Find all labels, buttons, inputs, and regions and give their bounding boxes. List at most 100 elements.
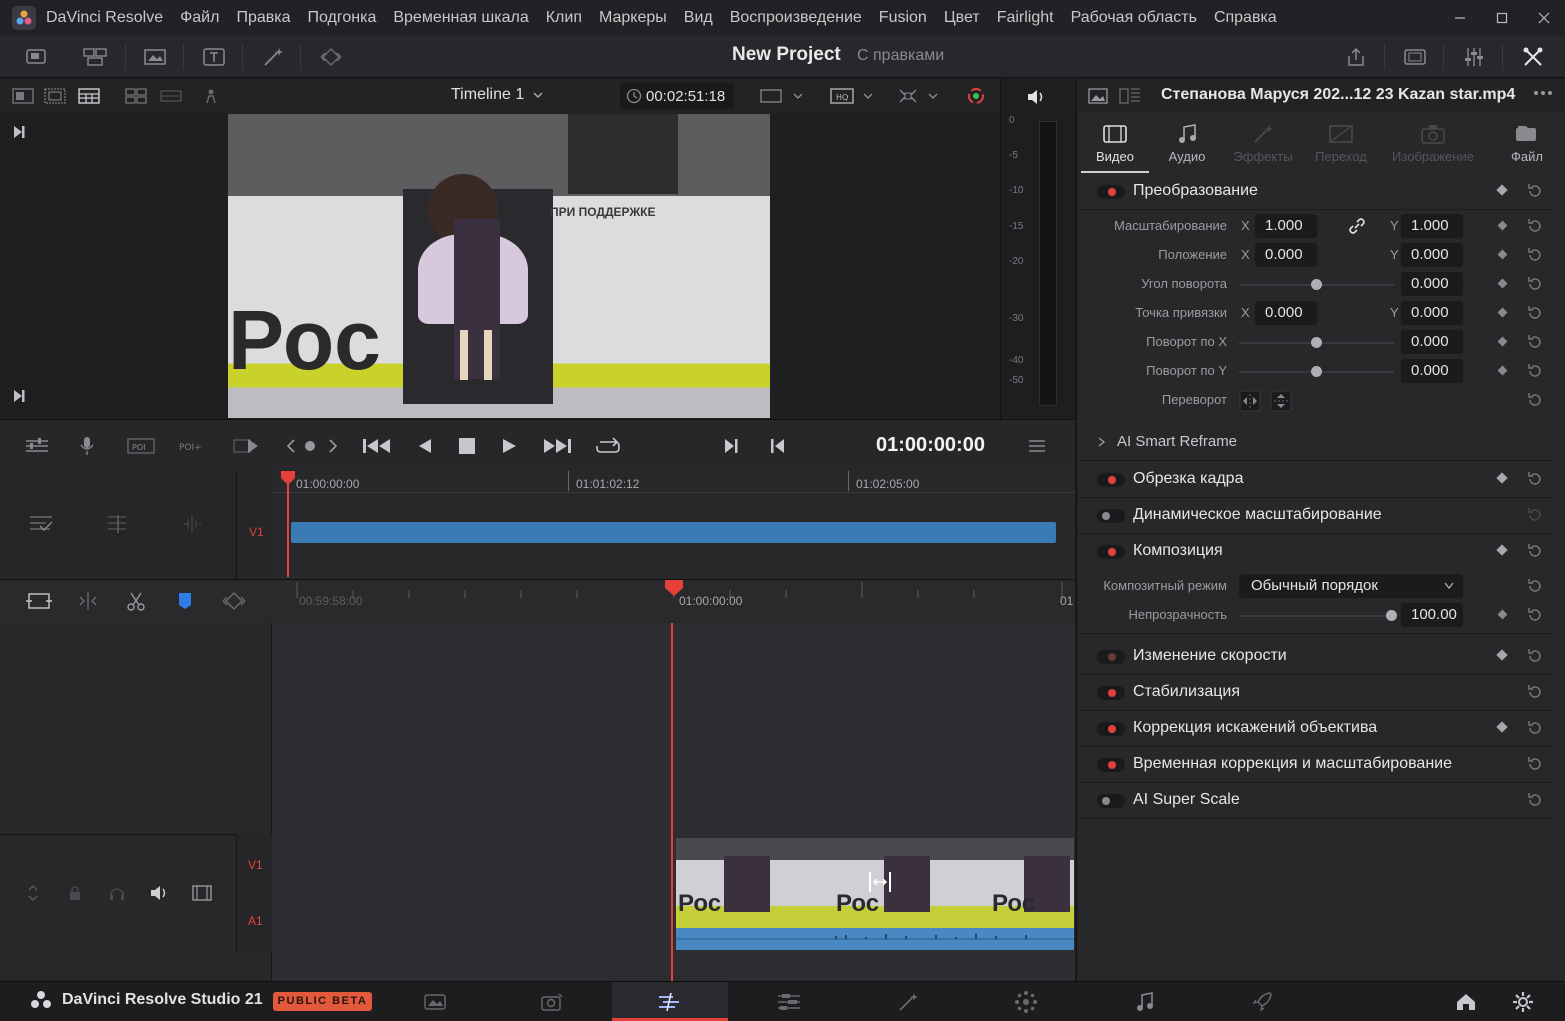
- composite-mode-dropdown[interactable]: Обычный порядок: [1239, 574, 1463, 598]
- timeline-clip-overview[interactable]: [291, 522, 1056, 543]
- slider-knob[interactable]: [1311, 337, 1322, 348]
- keyframe-diamond-icon[interactable]: [1497, 278, 1508, 289]
- home-icon[interactable]: [1455, 992, 1477, 1012]
- trim-icon[interactable]: [73, 586, 103, 616]
- menu-workspace[interactable]: Рабочая область: [1071, 9, 1197, 27]
- fullscreen-viewer-icon[interactable]: [1400, 42, 1430, 72]
- page-fairlight-timeline-button[interactable]: [731, 982, 847, 1021]
- reset-icon[interactable]: [1526, 182, 1544, 200]
- viewer-size-icon[interactable]: [756, 81, 786, 111]
- composite-toggle[interactable]: [1097, 545, 1125, 559]
- video-frame[interactable]: Рос ПРИ ПОДДЕРЖКЕ: [228, 114, 770, 418]
- cropping-toggle[interactable]: [1097, 473, 1125, 487]
- speaker-icon[interactable]: [149, 884, 169, 902]
- audio-clip[interactable]: [676, 928, 1074, 950]
- reset-icon[interactable]: [1526, 755, 1544, 773]
- image-icon[interactable]: [1088, 87, 1108, 105]
- page-edit-button[interactable]: [612, 982, 728, 1021]
- magic-wand-icon[interactable]: [258, 42, 288, 72]
- opacity-field[interactable]: 100.00: [1401, 603, 1463, 627]
- menu-trim[interactable]: Подгонка: [307, 9, 376, 27]
- layout-list-icon[interactable]: [74, 81, 104, 111]
- section-composite[interactable]: Композиция: [1077, 534, 1552, 570]
- split-view-icon[interactable]: [1119, 87, 1141, 105]
- pitch-slider[interactable]: [1239, 337, 1394, 348]
- audio-waveform-icon[interactable]: [180, 513, 206, 535]
- menu-clip[interactable]: Клип: [546, 9, 582, 27]
- share-icon[interactable]: [1341, 42, 1371, 72]
- keyframe-icon[interactable]: [316, 42, 346, 72]
- keyframe-diamond-icon[interactable]: [1497, 609, 1508, 620]
- play-region-icon[interactable]: [232, 431, 262, 461]
- go-to-start-icon[interactable]: [361, 431, 391, 461]
- hamburger-menu-icon[interactable]: [1022, 431, 1052, 461]
- page-fairlight-button[interactable]: [1087, 982, 1203, 1021]
- section-stabilization[interactable]: Стабилизация: [1077, 675, 1552, 711]
- keyframe-toggle-icon[interactable]: [219, 586, 249, 616]
- keyframe-diamond-icon[interactable]: [1496, 721, 1508, 733]
- titles-icon[interactable]: [199, 42, 229, 72]
- reset-icon[interactable]: [1526, 606, 1544, 624]
- menu-markers[interactable]: Маркеры: [599, 9, 667, 27]
- fit-timeline-icon[interactable]: [24, 586, 54, 616]
- position-x-field[interactable]: 0.000: [1255, 243, 1317, 267]
- stop-icon[interactable]: [452, 431, 482, 461]
- upper-timeline[interactable]: V1 01:00:00:00 01:01:02:12 01:02:05:00: [0, 471, 1075, 579]
- tab-effects[interactable]: Эффекты: [1225, 113, 1301, 173]
- section-dynamic-zoom[interactable]: Динамическое масштабирование: [1077, 498, 1552, 534]
- stabilization-toggle[interactable]: [1097, 686, 1125, 700]
- reset-icon[interactable]: [1526, 683, 1544, 701]
- film-strip-icon[interactable]: [191, 884, 213, 902]
- sliders-icon[interactable]: [22, 431, 52, 461]
- layout-dual-icon[interactable]: [40, 81, 70, 111]
- trim-handle-icon[interactable]: [866, 870, 894, 894]
- go-to-end-icon[interactable]: [541, 431, 571, 461]
- next-edit-icon[interactable]: [716, 431, 746, 461]
- slider-knob[interactable]: [1386, 610, 1397, 621]
- reset-icon[interactable]: [1526, 217, 1544, 235]
- keyframe-diamond-icon[interactable]: [1497, 307, 1508, 318]
- reset-icon[interactable]: [1526, 304, 1544, 322]
- section-transform[interactable]: Преобразование: [1077, 174, 1552, 210]
- next-frame-icon[interactable]: [318, 431, 348, 461]
- go-to-end-icon[interactable]: [12, 125, 26, 139]
- lock-icon[interactable]: [68, 884, 82, 902]
- speaker-icon[interactable]: [1025, 87, 1047, 107]
- link-icon[interactable]: [1348, 217, 1366, 235]
- zoom-x-field[interactable]: 1.000: [1255, 214, 1317, 238]
- lens-correction-toggle[interactable]: [1097, 722, 1125, 736]
- tab-audio[interactable]: Аудио: [1149, 113, 1225, 173]
- sync-bin-icon[interactable]: [80, 42, 110, 72]
- opacity-slider[interactable]: [1239, 610, 1397, 621]
- media-pool-icon[interactable]: [22, 42, 52, 72]
- retime-scaling-toggle[interactable]: [1097, 758, 1125, 772]
- menu-file[interactable]: Файл: [180, 9, 219, 27]
- razor-icon[interactable]: [121, 586, 151, 616]
- video-clip[interactable]: Рос Рос Рос: [676, 838, 1074, 928]
- slider-knob[interactable]: [1311, 366, 1322, 377]
- page-color-button[interactable]: [968, 982, 1084, 1021]
- section-retime-scaling[interactable]: Временная коррекция и масштабирование: [1077, 747, 1552, 783]
- menu-timeline[interactable]: Временная шкала: [393, 9, 528, 27]
- track-select-icon[interactable]: [28, 513, 56, 535]
- section-speed-change[interactable]: Изменение скорости: [1077, 639, 1552, 675]
- section-smart-reframe[interactable]: AI Smart Reframe: [1077, 425, 1552, 461]
- move-updown-icon[interactable]: [26, 884, 40, 902]
- inspector-toggle-icon[interactable]: [1518, 42, 1548, 72]
- flip-horizontal-icon[interactable]: [1239, 390, 1261, 412]
- layout-single-icon[interactable]: [8, 81, 38, 111]
- play-reverse-icon[interactable]: [410, 431, 440, 461]
- rotation-slider[interactable]: [1239, 279, 1394, 290]
- close-button[interactable]: [1523, 0, 1565, 36]
- upper-ruler[interactable]: [273, 471, 1075, 493]
- mixer-icon[interactable]: [1459, 42, 1489, 72]
- keyframe-diamond-icon[interactable]: [1497, 365, 1508, 376]
- section-lens-correction[interactable]: Коррекция искажений объектива: [1077, 711, 1552, 747]
- reset-icon[interactable]: [1526, 506, 1544, 524]
- playhead-line[interactable]: [671, 623, 673, 981]
- microphone-icon[interactable]: [73, 431, 103, 461]
- headphones-icon[interactable]: [108, 884, 126, 902]
- page-cut-button[interactable]: [494, 982, 610, 1021]
- keyframe-diamond-icon[interactable]: [1497, 220, 1508, 231]
- playhead-timecode[interactable]: 01:00:00:00: [876, 434, 985, 457]
